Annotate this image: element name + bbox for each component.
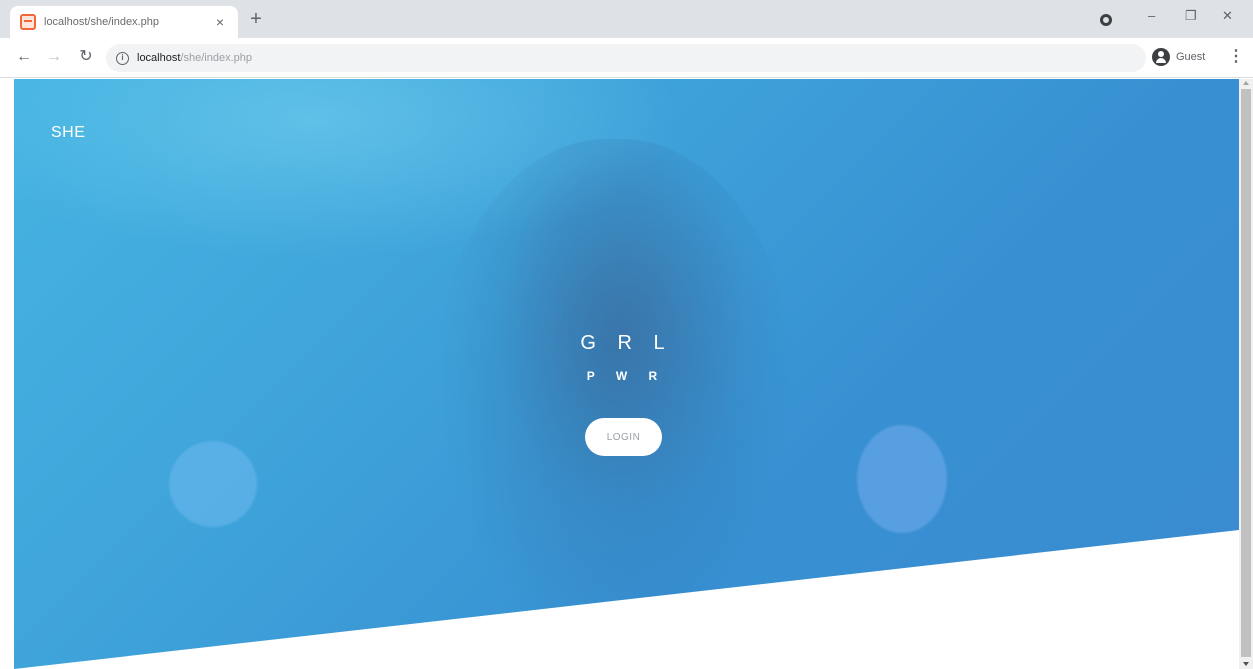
url-path: /she/index.php <box>180 52 252 64</box>
login-button[interactable]: LOGIN <box>585 418 662 456</box>
back-button[interactable]: ← <box>14 47 34 67</box>
browser-tab[interactable]: localhost/she/index.php × <box>10 6 238 38</box>
close-window-button[interactable]: ✕ <box>1222 8 1233 24</box>
minimize-button[interactable]: – <box>1148 8 1155 23</box>
scroll-down-arrow-icon[interactable] <box>1243 662 1249 666</box>
forward-button[interactable]: → <box>44 47 64 67</box>
browser-toolbar: ← → ↻ i localhost/she/index.php Guest ⋮ <box>0 38 1253 78</box>
scroll-up-arrow-icon[interactable] <box>1243 81 1249 85</box>
favicon-icon <box>20 14 36 30</box>
page-scrollbar[interactable] <box>1239 79 1253 669</box>
reload-button[interactable]: ↻ <box>76 47 96 67</box>
hero-title: G R L <box>580 332 673 354</box>
reload-icon: ↻ <box>79 48 93 65</box>
hero-background-portrait <box>434 139 794 659</box>
url-text[interactable]: localhost/she/index.php <box>137 52 252 64</box>
hero-subtitle: P W R <box>586 369 667 383</box>
url-host: localhost <box>137 52 181 64</box>
address-bar[interactable]: i localhost/she/index.php <box>106 44 1146 72</box>
profile-button[interactable]: Guest <box>1152 48 1205 66</box>
new-tab-button[interactable]: + <box>246 8 266 30</box>
hero-section: SHE G R L P W R LOGIN <box>14 79 1239 669</box>
browser-tabstrip: localhost/she/index.php × + – ❐ ✕ <box>0 0 1253 38</box>
forward-arrow-icon: → <box>46 48 62 65</box>
profile-label: Guest <box>1176 51 1206 63</box>
scroll-thumb[interactable] <box>1241 89 1251 657</box>
bokeh-light-right <box>857 425 947 533</box>
site-brand[interactable]: SHE <box>51 124 85 142</box>
restore-button[interactable]: ❐ <box>1185 8 1197 24</box>
profile-icon <box>1152 48 1170 66</box>
info-icon[interactable]: i <box>116 51 129 65</box>
back-arrow-icon: ← <box>16 48 32 65</box>
tab-title: localhost/she/index.php <box>44 16 159 28</box>
kebab-menu-icon[interactable]: ⋮ <box>1228 48 1244 66</box>
media-record-icon[interactable] <box>1100 14 1112 26</box>
bokeh-light-left <box>169 441 257 527</box>
tab-close-icon[interactable]: × <box>212 14 228 30</box>
page-viewport: SHE G R L P W R LOGIN <box>14 79 1239 669</box>
